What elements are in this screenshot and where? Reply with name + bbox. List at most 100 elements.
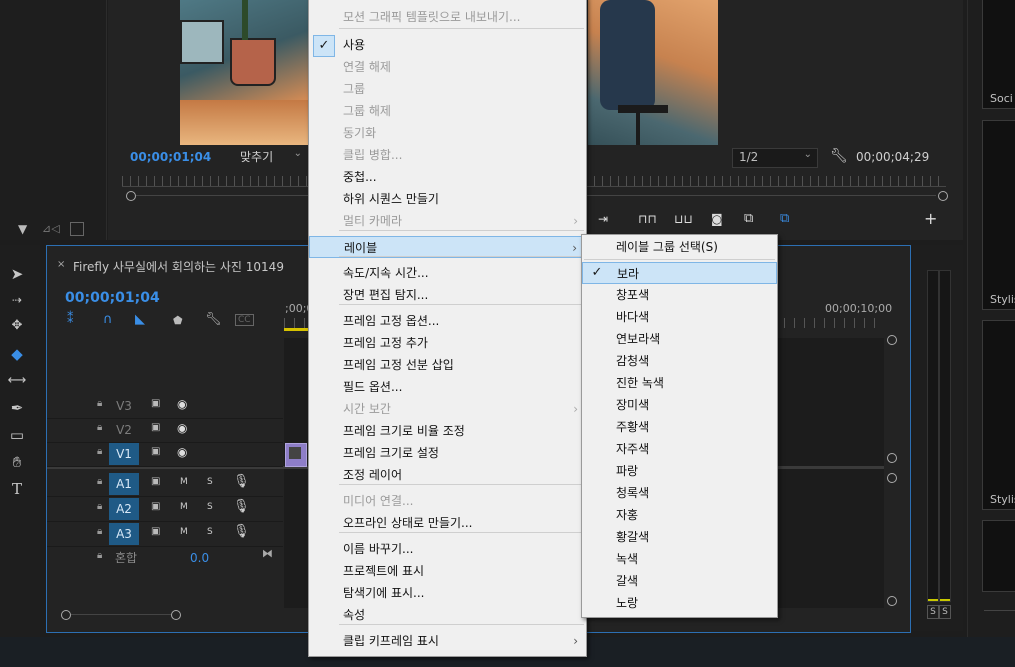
scroll-handle[interactable] bbox=[887, 453, 897, 463]
menu-item[interactable]: 조정 레이어 bbox=[309, 464, 586, 486]
microphone-icon[interactable]: 🎙︎ bbox=[233, 499, 250, 514]
mute-button[interactable]: M bbox=[180, 477, 188, 487]
solo-button[interactable]: S bbox=[207, 527, 213, 537]
label-item[interactable]: 노랑 bbox=[582, 592, 777, 614]
add-button-icon[interactable]: + bbox=[924, 209, 937, 228]
track-target-a2[interactable]: A2 bbox=[109, 498, 139, 520]
label-item[interactable]: 레이블 그룹 선택(S) bbox=[582, 236, 777, 258]
sync-lock-icon[interactable]: ▣ bbox=[151, 398, 160, 409]
lock-icon[interactable]: 🔒︎ bbox=[97, 398, 102, 409]
sync-lock-icon[interactable]: ▣ bbox=[151, 526, 160, 537]
marker-icon[interactable]: ⬟ bbox=[173, 314, 183, 327]
menu-item[interactable]: 필드 옵션... bbox=[309, 376, 586, 398]
panel-menu-icon[interactable] bbox=[70, 222, 84, 236]
menu-item[interactable]: 이름 바꾸기... bbox=[309, 538, 586, 560]
graphic-thumb-2[interactable]: Stylis bbox=[982, 120, 1015, 310]
wrench-icon[interactable]: 🔧︎ bbox=[830, 148, 848, 164]
wrench-icon[interactable]: 🔧︎ bbox=[205, 312, 222, 327]
lock-icon[interactable]: 🔒︎ bbox=[97, 476, 102, 487]
sync-lock-icon[interactable]: ▣ bbox=[151, 476, 160, 487]
menu-item[interactable]: 속도/지속 시간... bbox=[309, 262, 586, 284]
label-item[interactable]: 주황색 bbox=[582, 416, 777, 438]
snap-icon[interactable]: ⁑ bbox=[67, 312, 74, 327]
proxy-icon[interactable]: ⧉ bbox=[780, 211, 789, 226]
track-target-v2[interactable]: V2 bbox=[109, 419, 139, 441]
menu-item[interactable]: 레이블 › bbox=[309, 236, 586, 258]
label-item[interactable]: 창포색 bbox=[582, 284, 777, 306]
menu-item[interactable]: 프레임 크기로 설정 bbox=[309, 442, 586, 464]
timeline-timecode[interactable]: 00;00;01;04 bbox=[65, 290, 160, 306]
rectangle-tool-icon[interactable]: ▭ bbox=[6, 424, 28, 446]
selection-tool-icon[interactable]: ➤ bbox=[6, 263, 28, 285]
clip-v1[interactable] bbox=[285, 443, 307, 467]
microphone-icon[interactable]: 🎙︎ bbox=[233, 524, 250, 539]
hand-tool-icon[interactable]: ✋︎ bbox=[6, 451, 28, 473]
filter-icon[interactable]: ▼ bbox=[18, 222, 27, 236]
menu-item[interactable]: 사용 ✓ bbox=[309, 34, 586, 57]
new-item-icon[interactable]: ⊿◁ bbox=[42, 222, 60, 235]
microphone-icon[interactable]: 🎙︎ bbox=[233, 474, 250, 489]
scroll-handle[interactable] bbox=[887, 473, 897, 483]
mute-button[interactable]: M bbox=[180, 527, 188, 537]
menu-item[interactable]: 하위 시퀀스 만들기 bbox=[309, 188, 586, 210]
razor-tool-icon[interactable]: ◆ bbox=[6, 343, 28, 365]
type-tool-icon[interactable]: T bbox=[6, 478, 28, 500]
scroll-handle-right[interactable] bbox=[938, 191, 948, 201]
label-item[interactable]: 녹색 bbox=[582, 548, 777, 570]
track-target-v3[interactable]: V3 bbox=[109, 395, 139, 417]
label-item[interactable]: 자주색 bbox=[582, 438, 777, 460]
timeline-tab-title[interactable]: Firefly 사무실에서 회의하는 사진 10149 bbox=[73, 258, 284, 275]
solo-right-button[interactable]: S bbox=[939, 605, 951, 619]
menu-item[interactable]: 프레임 고정 선분 삽입 bbox=[309, 354, 586, 376]
graphic-thumb-1[interactable]: Soci bbox=[982, 0, 1015, 109]
track-target-v1[interactable]: V1 bbox=[109, 443, 139, 465]
lock-icon[interactable]: 🔒︎ bbox=[97, 501, 102, 512]
pen-tool-icon[interactable]: ✒ bbox=[6, 397, 28, 419]
slip-tool-icon[interactable]: ⟷ bbox=[6, 370, 28, 392]
menu-item[interactable]: 장면 편집 탐지... bbox=[309, 284, 586, 306]
menu-item[interactable]: 프로젝트에 표시 bbox=[309, 560, 586, 582]
extract-icon[interactable]: ⊔⊔ bbox=[674, 212, 693, 226]
scroll-track[interactable] bbox=[71, 614, 171, 615]
menu-item[interactable]: 탐색기에 표시... bbox=[309, 582, 586, 604]
close-icon[interactable]: × bbox=[57, 259, 65, 270]
eye-icon[interactable]: ◉ bbox=[177, 445, 187, 459]
captions-icon[interactable]: CC bbox=[235, 314, 254, 326]
scroll-handle[interactable] bbox=[887, 596, 897, 606]
label-item[interactable]: 진한 녹색 bbox=[582, 372, 777, 394]
track-target-a1[interactable]: A1 bbox=[109, 473, 139, 495]
sync-lock-icon[interactable]: ▣ bbox=[151, 501, 160, 512]
track-select-icon[interactable]: ⇢ bbox=[6, 289, 28, 311]
camera-icon[interactable]: ◙ bbox=[711, 212, 723, 226]
lock-icon[interactable]: 🔒︎ bbox=[97, 446, 102, 457]
sync-lock-icon[interactable]: ▣ bbox=[151, 422, 160, 433]
linked-selection-icon[interactable]: ∩ bbox=[103, 312, 113, 327]
graphic-thumb-4[interactable] bbox=[982, 520, 1015, 592]
add-marker-icon[interactable]: ◣ bbox=[135, 312, 145, 327]
label-item[interactable]: 보라 ✓ bbox=[582, 262, 777, 284]
mute-button[interactable]: M bbox=[180, 502, 188, 512]
lift-icon[interactable]: ⊓⊓ bbox=[638, 212, 657, 226]
mix-value[interactable]: 0.0 bbox=[190, 551, 209, 565]
fit-dropdown[interactable]: 맞추기 ⌄ bbox=[232, 147, 306, 165]
track-target-a3[interactable]: A3 bbox=[109, 523, 139, 545]
label-item[interactable]: 감청색 bbox=[582, 350, 777, 372]
label-item[interactable]: 청록색 bbox=[582, 482, 777, 504]
menu-item[interactable]: 속성 bbox=[309, 604, 586, 626]
lock-icon[interactable]: 🔒︎ bbox=[97, 526, 102, 537]
compare-icon[interactable]: ⧉ bbox=[744, 211, 753, 226]
go-to-end-icon[interactable]: ⧓ bbox=[262, 547, 273, 560]
ripple-edit-icon[interactable]: ✥ bbox=[6, 315, 28, 337]
scroll-handle-left[interactable] bbox=[61, 610, 71, 620]
label-item[interactable]: 자홍 bbox=[582, 504, 777, 526]
scroll-handle[interactable] bbox=[887, 335, 897, 345]
menu-item[interactable]: 클립 키프레임 표시 › bbox=[309, 630, 586, 652]
label-item[interactable]: 연보라색 bbox=[582, 328, 777, 350]
lock-icon[interactable]: 🔒︎ bbox=[97, 422, 102, 433]
eye-icon[interactable]: ◉ bbox=[177, 397, 187, 411]
lock-icon[interactable]: 🔒︎ bbox=[97, 550, 102, 561]
sync-lock-icon[interactable]: ▣ bbox=[151, 446, 160, 457]
menu-item[interactable]: 중첩... bbox=[309, 166, 586, 188]
label-item[interactable]: 파랑 bbox=[582, 460, 777, 482]
solo-button[interactable]: S bbox=[207, 502, 213, 512]
